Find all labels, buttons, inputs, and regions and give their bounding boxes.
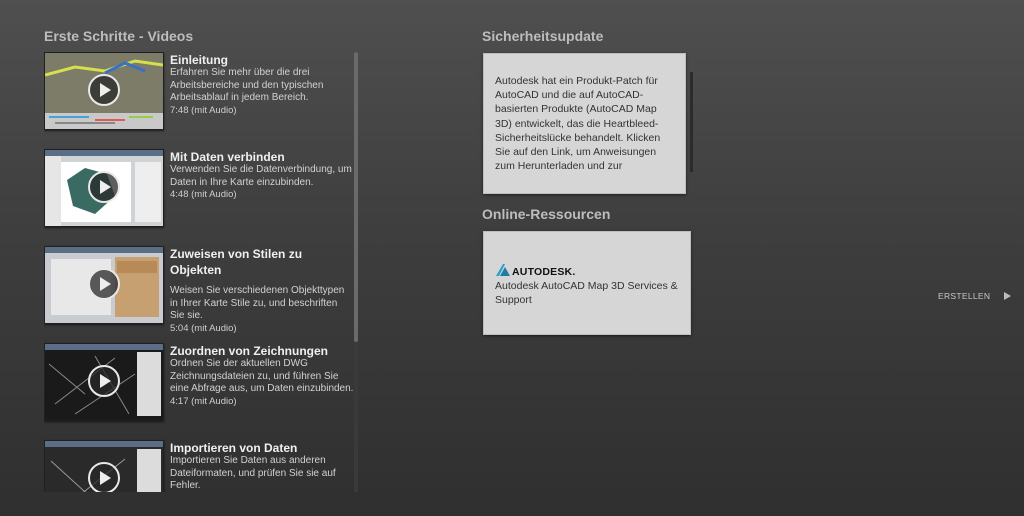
play-button[interactable] [88, 365, 120, 397]
play-icon [100, 471, 111, 485]
video-thumbnail[interactable] [44, 440, 164, 492]
video-desc-text: Erfahren Sie mehr über die drei Arbeitsb… [170, 67, 324, 103]
video-desc-text: Verwenden Sie die Datenverbindung, um Da… [170, 164, 352, 188]
video-thumbnail[interactable] [44, 149, 164, 227]
play-icon [100, 374, 111, 388]
play-icon [100, 277, 111, 291]
services-support-link[interactable]: Autodesk AutoCAD Map 3D Services & Suppo… [495, 279, 685, 307]
video-title[interactable]: Importieren von Daten [170, 440, 354, 456]
video-item-einleitung[interactable]: Einleitung Erfahren Sie mehr über die dr… [44, 52, 354, 147]
video-duration: 7:48 (mit Audio) [170, 104, 237, 116]
video-item-stile-zuweisen[interactable]: Zuweisen von Stilen zu Objekten Weisen S… [44, 246, 354, 341]
video-desc-text: Weisen Sie verschiedenen Objekttypen in … [170, 285, 345, 321]
video-duration: 4:17 (mit Audio) [170, 395, 237, 407]
play-icon [100, 180, 111, 194]
video-list: Einleitung Erfahren Sie mehr über die dr… [44, 52, 354, 492]
video-duration: 5:04 (mit Audio) [170, 322, 237, 334]
video-description: Erfahren Sie mehr über die drei Arbeitsb… [170, 67, 354, 117]
video-title[interactable]: Zuordnen von Zeichnungen [170, 343, 354, 359]
autodesk-logo-text: AUTODESK. [512, 266, 576, 278]
autodesk-logo-icon [496, 264, 510, 276]
video-list-scrollbar-thumb[interactable] [354, 52, 358, 342]
video-description: Weisen Sie verschiedenen Objekttypen in … [170, 285, 354, 335]
video-description: Importieren Sie Daten aus anderen Dateif… [170, 455, 354, 492]
video-thumbnail[interactable] [44, 246, 164, 324]
play-button[interactable] [88, 74, 120, 106]
video-item-daten-verbinden[interactable]: Mit Daten verbinden Verwenden Sie die Da… [44, 149, 354, 244]
online-resource-card[interactable]: AUTODESK. Autodesk AutoCAD Map 3D Servic… [483, 231, 691, 335]
video-duration: 4:48 (mit Audio) [170, 189, 237, 200]
video-title[interactable]: Einleitung [170, 52, 354, 68]
video-description: Verwenden Sie die Datenverbindung, um Da… [170, 164, 354, 201]
video-title[interactable]: Mit Daten verbinden [170, 149, 354, 165]
triangle-right-icon[interactable] [1004, 292, 1011, 300]
create-link[interactable]: ERSTELLEN [938, 291, 990, 301]
video-desc-text: Ordnen Sie der aktuellen DWG Zeichnungsd… [170, 358, 354, 394]
video-thumbnail[interactable] [44, 343, 164, 421]
video-thumbnail[interactable] [44, 52, 164, 130]
security-update-text: Autodesk hat ein Produkt-Patch für AutoC… [495, 75, 661, 173]
video-desc-text: Importieren Sie Daten aus anderen Dateif… [170, 455, 336, 491]
video-item-daten-importieren[interactable]: Importieren von Daten Importieren Sie Da… [44, 440, 354, 492]
online-resources-title: Online-Ressourcen [482, 206, 611, 222]
security-card-scrollbar[interactable] [690, 72, 693, 172]
play-icon [100, 83, 111, 97]
play-button[interactable] [88, 171, 120, 203]
video-item-zeichnungen-zuordnen[interactable]: Zuordnen von Zeichnungen Ordnen Sie der … [44, 343, 354, 438]
play-button[interactable] [88, 268, 120, 300]
videos-section-title: Erste Schritte - Videos [44, 28, 194, 44]
video-description: Ordnen Sie der aktuellen DWG Zeichnungsd… [170, 358, 354, 408]
video-title[interactable]: Zuweisen von Stilen zu Objekten [170, 246, 354, 278]
security-update-card[interactable]: Autodesk hat ein Produkt-Patch für AutoC… [483, 53, 686, 194]
security-section-title: Sicherheitsupdate [482, 28, 604, 44]
play-button[interactable] [88, 462, 120, 492]
